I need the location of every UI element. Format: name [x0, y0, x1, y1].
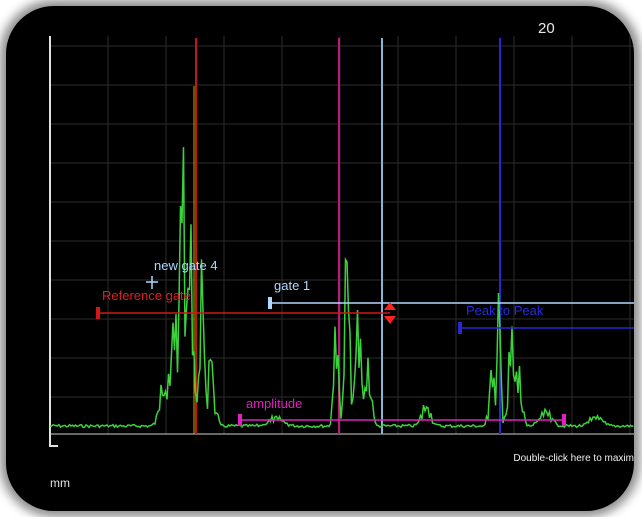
origin-marker: [49, 434, 58, 447]
gate-label-new-gate-4: new gate 4: [154, 258, 218, 273]
gate-reference[interactable]: [96, 302, 396, 324]
gate-gate-1[interactable]: [268, 297, 634, 309]
maximize-hint[interactable]: Double-click here to maxim: [513, 453, 634, 464]
oscilloscope-window[interactable]: 20 new gate 4 gate 1 Reference gate Peak…: [6, 6, 634, 511]
gate-label-peak-to-peak: Peak to Peak: [466, 303, 544, 318]
top-right-value: 20: [538, 20, 555, 37]
x-axis-unit-label: mm: [50, 476, 70, 490]
gate-label-gate-1: gate 1: [274, 278, 311, 293]
plot-grid: [49, 36, 634, 434]
waveform-plot[interactable]: [6, 6, 634, 511]
gate-label-amplitude: amplitude: [246, 396, 303, 411]
gate-label-reference: Reference gate: [102, 288, 191, 303]
gate-peak-to-peak[interactable]: [458, 322, 634, 334]
